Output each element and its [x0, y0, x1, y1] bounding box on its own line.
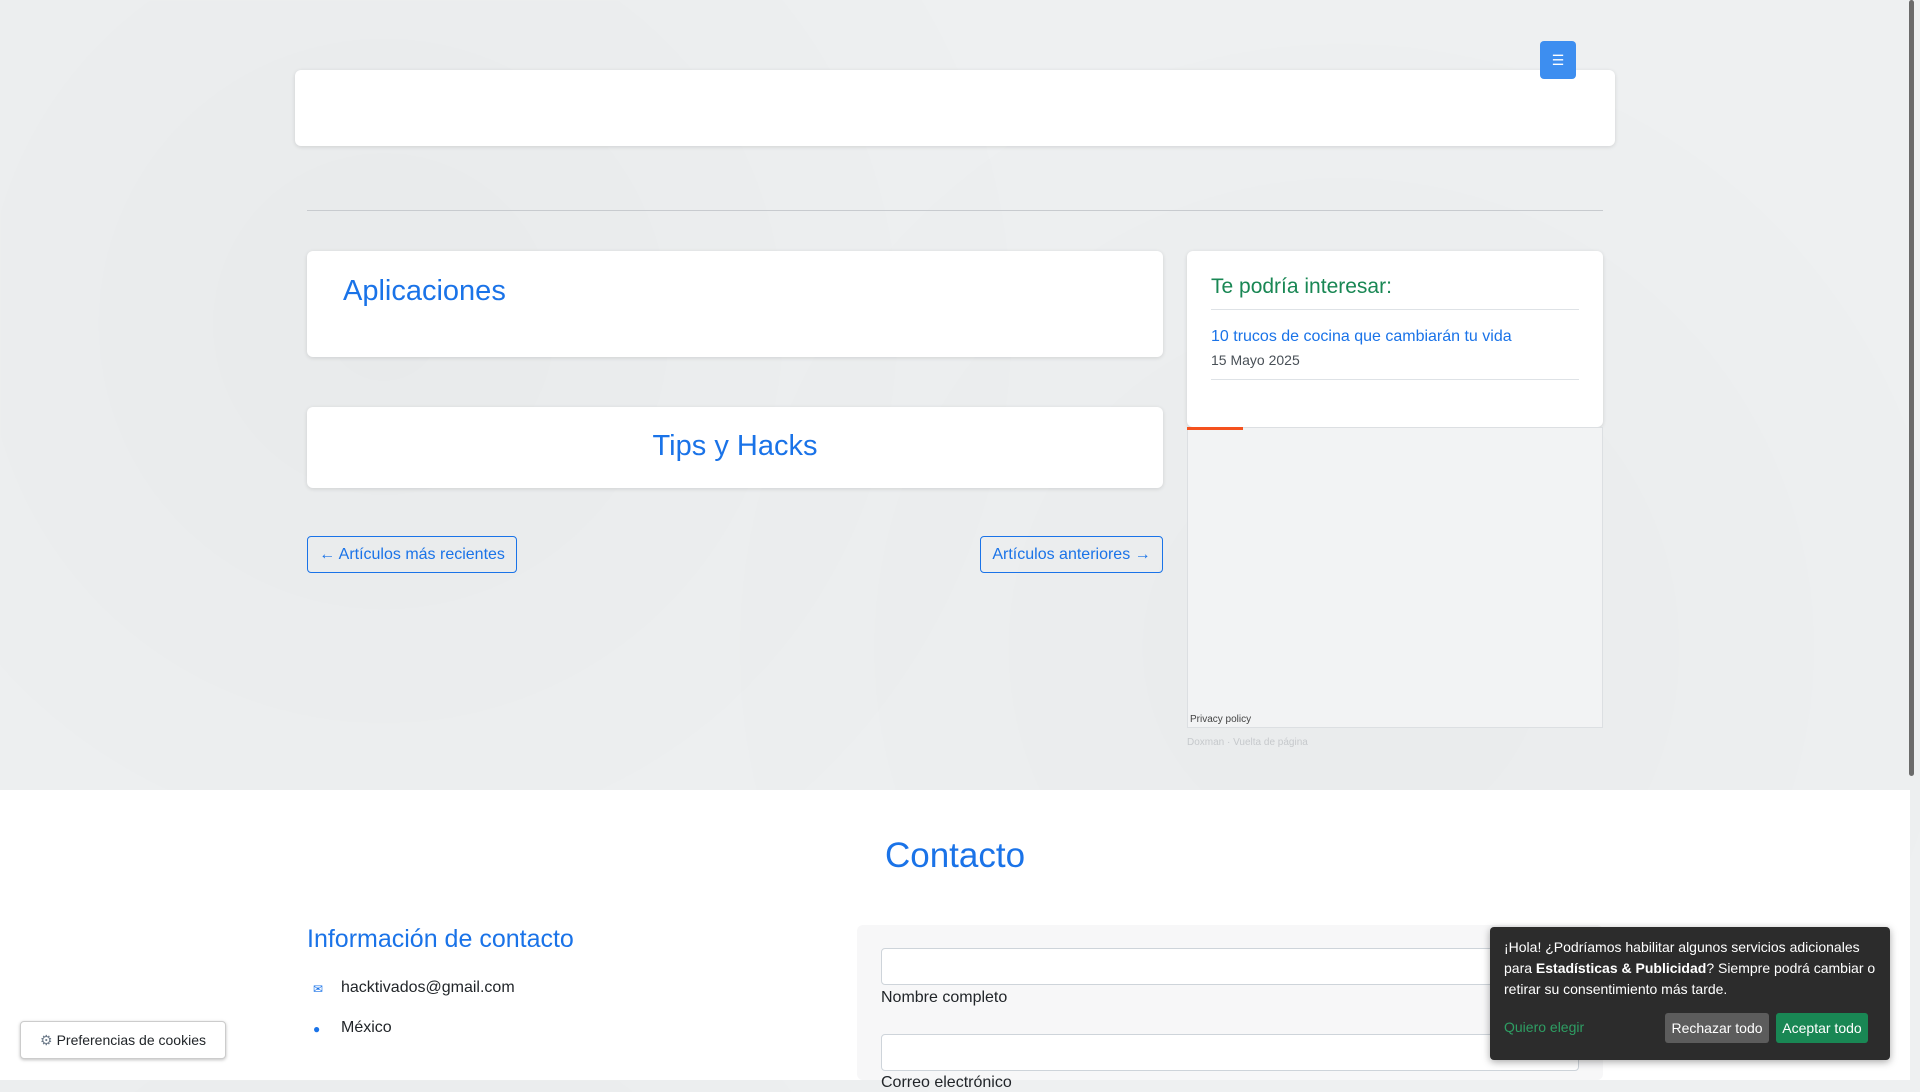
cookie-consent-popup: ¡Hola! ¿Podríamos habilitar algunos serv…	[1490, 927, 1890, 1060]
ad-frame[interactable]	[1187, 427, 1603, 728]
bars-icon: ☰	[1551, 51, 1565, 68]
older-articles-button[interactable]: Artículos anteriores →	[980, 536, 1163, 573]
sidebar-article-link[interactable]: 10 trucos de cocina que cambiarán tu vid…	[1211, 328, 1512, 346]
ad-footer-links[interactable]: Doxman · Vuelta de página	[1187, 737, 1308, 748]
envelope-icon: ✉	[313, 982, 324, 996]
cookie-accept-button[interactable]: Aceptar todo	[1776, 1013, 1868, 1043]
scrollbar-thumb[interactable]	[1909, 0, 1914, 776]
divider	[1211, 309, 1579, 310]
menu-toggle-button[interactable]: ☰	[1540, 41, 1576, 79]
contact-country-row: ● México	[313, 1019, 392, 1037]
cookie-preferences-button[interactable]: ⚙ Preferencias de cookies	[20, 1021, 226, 1059]
newer-articles-button[interactable]: ← Artículos más recientes	[307, 536, 517, 573]
contact-email[interactable]: hacktivados@gmail.com	[341, 979, 515, 997]
name-label: Nombre completo	[881, 989, 1008, 1006]
contact-email-row: ✉ hacktivados@gmail.com	[313, 979, 515, 997]
name-input[interactable]	[881, 948, 1579, 985]
email-input[interactable]	[881, 1034, 1579, 1071]
divider	[1211, 379, 1579, 380]
navbar	[295, 70, 1615, 146]
divider	[307, 210, 1603, 211]
gear-icon: ⚙	[40, 1031, 53, 1048]
cookie-choose-link[interactable]: Quiero elegir	[1504, 1019, 1584, 1035]
contact-info-title: Información de contacto	[307, 925, 574, 953]
category-title[interactable]: Aplicaciones	[343, 275, 506, 308]
email-label: Correo electrónico	[881, 1074, 1012, 1091]
contact-title: Contacto	[884, 836, 1026, 875]
ad-accent-bar	[1187, 427, 1243, 430]
sidebar-title: Te podría interesar:	[1211, 275, 1392, 298]
cookie-preferences-label: Preferencias de cookies	[56, 1032, 206, 1048]
contact-country: México	[341, 1019, 392, 1036]
ad-privacy-link[interactable]: Privacy policy	[1190, 714, 1251, 725]
cookie-text: ¡Hola! ¿Podríamos habilitar algunos serv…	[1504, 939, 1876, 997]
sidebar-article-date: 15 Mayo 2025	[1211, 352, 1300, 368]
section-title[interactable]: Tips y Hacks	[307, 430, 1163, 463]
cookie-reject-button[interactable]: Rechazar todo	[1665, 1013, 1769, 1043]
map-marker-icon: ●	[313, 1022, 321, 1036]
